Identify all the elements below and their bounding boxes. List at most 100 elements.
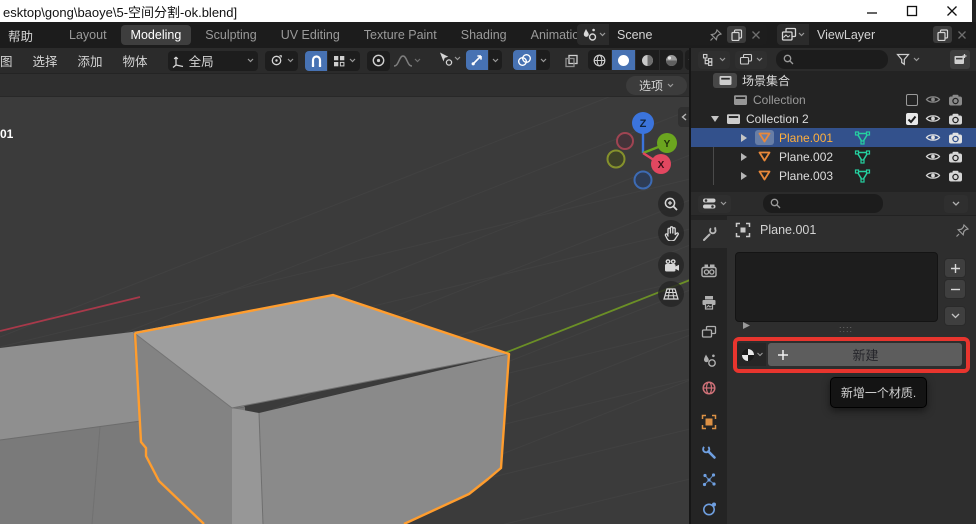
add-material-slot-button[interactable] <box>944 258 966 278</box>
new-scene-button[interactable] <box>727 26 746 43</box>
chevron-down-icon <box>720 201 727 206</box>
viewport-3d[interactable]: 01 Z Y X <box>0 97 690 524</box>
tab-uv-editing[interactable]: UV Editing <box>271 25 350 45</box>
hide-in-viewport-icon[interactable] <box>925 94 941 105</box>
tab-layout[interactable]: Layout <box>59 25 117 45</box>
new-collection-button[interactable] <box>950 50 970 69</box>
shading-solid-button[interactable] <box>612 50 635 70</box>
menu-add[interactable]: 添加 <box>72 51 109 70</box>
options-dropdown[interactable]: 选项 <box>626 76 687 95</box>
unlink-scene-icon[interactable] <box>751 30 761 40</box>
xray-toggle[interactable] <box>560 50 583 70</box>
navigation-gizmo[interactable]: Z Y X <box>600 100 686 192</box>
collapse-triangle-icon[interactable] <box>741 153 747 161</box>
menu-object[interactable]: 物体 <box>117 51 154 70</box>
collapse-triangle-icon[interactable] <box>741 134 747 142</box>
hide-in-viewport-icon[interactable] <box>925 113 941 124</box>
outliner-row-plane-001[interactable]: Plane.001 <box>691 128 976 147</box>
axis-neg-x-ball[interactable] <box>617 133 633 149</box>
outliner-display-mode-dropdown[interactable] <box>735 51 767 69</box>
disable-in-renders-icon[interactable] <box>948 151 963 163</box>
outliner-row-scene-collection[interactable]: 场景集合 <box>691 71 976 90</box>
toggle-ortho-button[interactable] <box>658 281 684 307</box>
remove-material-slot-button[interactable] <box>944 279 966 299</box>
properties-options-dropdown[interactable] <box>944 195 968 213</box>
expand-triangle-icon[interactable] <box>711 116 719 122</box>
show-gizmo-toggle[interactable] <box>466 50 488 70</box>
editor-type-properties-dropdown[interactable] <box>698 195 731 213</box>
disable-in-renders-icon[interactable] <box>948 94 963 106</box>
shading-rendered-button[interactable] <box>660 50 683 70</box>
tab-physics[interactable] <box>691 495 727 523</box>
properties-search-input[interactable] <box>763 194 883 213</box>
snap-toggle[interactable] <box>305 51 327 71</box>
tab-modeling[interactable]: Modeling <box>121 25 192 45</box>
pivot-point-dropdown[interactable] <box>265 51 298 71</box>
tab-tool[interactable] <box>691 220 727 248</box>
new-viewlayer-button[interactable] <box>933 26 952 43</box>
zoom-button[interactable] <box>658 191 684 217</box>
tab-view-layer[interactable] <box>691 318 727 346</box>
tab-object[interactable] <box>691 408 727 436</box>
editor-separator[interactable] <box>689 48 691 524</box>
disable-in-renders-icon[interactable] <box>948 132 963 144</box>
hide-in-viewport-icon[interactable] <box>925 151 941 162</box>
menu-view[interactable]: 图 <box>0 51 19 70</box>
pin-icon[interactable] <box>955 223 970 238</box>
maximize-button[interactable] <box>892 0 932 22</box>
proportional-falloff-dropdown[interactable] <box>393 54 421 68</box>
disable-in-renders-icon[interactable] <box>948 170 963 182</box>
shading-wireframe-button[interactable] <box>588 50 611 70</box>
collection-checkbox[interactable] <box>906 94 918 106</box>
scene-name[interactable]: Scene <box>617 28 652 42</box>
filter-expand-triangle[interactable] <box>743 321 751 329</box>
hide-in-viewport-icon[interactable] <box>925 132 941 143</box>
menu-help[interactable]: 帮助 <box>8 26 33 45</box>
proportional-editing-toggle[interactable] <box>367 51 390 71</box>
viewlayer-selector[interactable]: ViewLayer <box>777 24 973 45</box>
tab-world[interactable] <box>691 374 727 402</box>
minimize-button[interactable] <box>852 0 892 22</box>
hide-in-viewport-icon[interactable] <box>925 170 941 181</box>
outliner-filter-dropdown[interactable] <box>896 53 920 66</box>
object-type-visibility-dropdown[interactable] <box>437 51 461 66</box>
disable-in-renders-icon[interactable] <box>948 113 963 125</box>
axis-neg-y-ball[interactable] <box>608 151 625 168</box>
viewlayer-name[interactable]: ViewLayer <box>817 28 875 42</box>
material-specials-dropdown[interactable] <box>944 306 966 326</box>
overlays-settings-dropdown[interactable] <box>537 50 550 70</box>
outliner-row-collection[interactable]: Collection <box>691 90 976 109</box>
tab-shading[interactable]: Shading <box>451 25 517 45</box>
outliner-row-plane-002[interactable]: Plane.002 <box>691 147 976 166</box>
outliner-row-collection-2[interactable]: Collection 2 <box>691 109 976 128</box>
tab-particles[interactable] <box>691 466 727 494</box>
gizmo-settings-dropdown[interactable] <box>489 50 502 70</box>
tab-modifiers[interactable] <box>691 438 727 466</box>
tab-output[interactable] <box>691 288 727 316</box>
tab-render[interactable] <box>691 256 727 284</box>
show-overlays-toggle[interactable] <box>513 50 536 70</box>
scene-selector[interactable]: Scene <box>577 24 767 45</box>
breadcrumb-object-name[interactable]: Plane.001 <box>760 223 816 237</box>
axis-neg-z-ball[interactable] <box>635 172 652 189</box>
outliner-row-plane-003[interactable]: Plane.003 <box>691 166 976 185</box>
tab-scene[interactable] <box>691 346 727 374</box>
tab-sculpting[interactable]: Sculpting <box>195 25 266 45</box>
outliner-search-input[interactable] <box>776 50 888 69</box>
resize-grip[interactable]: :::: <box>839 324 853 334</box>
transform-orientation-dropdown[interactable]: 全局 <box>168 51 258 71</box>
collapse-triangle-icon[interactable] <box>741 172 747 180</box>
snap-settings-dropdown[interactable] <box>328 51 360 71</box>
collection-2-checkbox[interactable] <box>906 113 918 125</box>
camera-view-button[interactable] <box>658 252 684 278</box>
pin-icon[interactable] <box>709 28 723 42</box>
close-button[interactable] <box>932 0 972 22</box>
mesh-plane-001-selected[interactable] <box>133 295 509 524</box>
editor-type-outliner-dropdown[interactable] <box>698 51 730 69</box>
move-view-button[interactable] <box>658 220 684 246</box>
shading-material-button[interactable] <box>636 50 659 70</box>
remove-viewlayer-icon[interactable] <box>957 30 967 40</box>
tab-texture-paint[interactable]: Texture Paint <box>354 25 447 45</box>
menu-select[interactable]: 选择 <box>27 51 64 70</box>
material-slot-list[interactable] <box>735 252 938 322</box>
